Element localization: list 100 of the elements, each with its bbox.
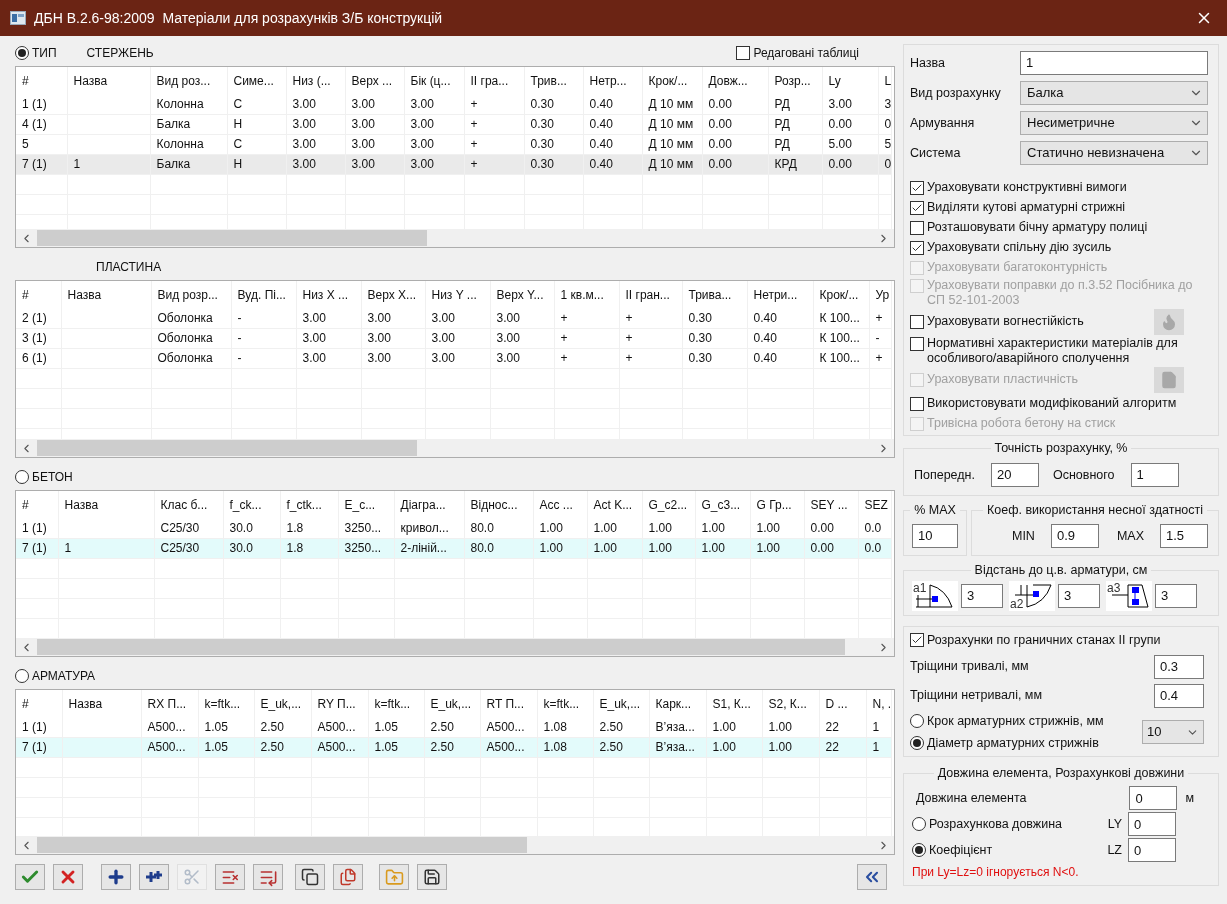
- checkbox[interactable]: [910, 336, 924, 351]
- paste-button[interactable]: [333, 864, 363, 890]
- input-field[interactable]: 3: [1058, 584, 1100, 608]
- input-field[interactable]: 0: [1128, 838, 1176, 863]
- table-row[interactable]: 6 (1) Оболонка - 3.00 3.00 3.00 3.00 + + 0.30 0.40 К 100... +: [16, 348, 891, 368]
- table-cell: 7 (1): [22, 740, 47, 754]
- input-field[interactable]: 1: [1130, 463, 1179, 487]
- section-radio-label[interactable]: БЕТОН: [32, 468, 73, 486]
- table-cell: 7 (1): [22, 157, 47, 171]
- scrollbar[interactable]: [16, 229, 894, 247]
- checkbox[interactable]: [910, 200, 924, 215]
- checkbox-label[interactable]: Нормативні характеристики матеріалів для особливого/аварійного сполучення: [927, 335, 1212, 366]
- table-row[interactable]: 1 (1) A500... 1.05 2.50 A500... 1.05 2.50 A500... 1.08 2.50 В’яза... 1.00 1.00 22 1: [16, 717, 891, 737]
- table-cell: 4 (1): [22, 117, 47, 131]
- checkbox-label[interactable]: Ураховувати конструктивні вимоги: [927, 179, 1127, 195]
- scrollbar-thumb[interactable]: [37, 639, 845, 655]
- move-button[interactable]: [253, 864, 283, 890]
- table-cell: A500...: [486, 740, 525, 754]
- radio-label[interactable]: Крок арматурних стрижнів, мм: [927, 711, 1104, 731]
- table-row[interactable]: 5 Колонна С 3.00 3.00 3.00 + 0.30 0.40 Д 10 мм 0.00 РД 5.00 5: [16, 134, 891, 154]
- table-cell: 1.00: [593, 520, 617, 535]
- radio-button[interactable]: [912, 843, 926, 858]
- table-cell: К 100...: [819, 310, 860, 325]
- radio-button[interactable]: [910, 714, 924, 729]
- input-field[interactable]: 1.5: [1160, 524, 1208, 548]
- scrollbar[interactable]: [16, 638, 894, 656]
- section-radio-label[interactable]: ТИП: [32, 44, 57, 62]
- save-button[interactable]: [417, 864, 447, 890]
- radio-button[interactable]: [15, 470, 29, 484]
- input-field[interactable]: 0: [1129, 786, 1178, 811]
- cancel-button[interactable]: [53, 864, 83, 890]
- table-cell: 3: [884, 96, 890, 111]
- table-cell: 3.00: [828, 96, 852, 111]
- scrollbar-thumb[interactable]: [37, 230, 427, 246]
- table-cell: 80.0: [470, 541, 494, 555]
- radio-label[interactable]: Діаметр арматурних стрижнів: [927, 733, 1099, 753]
- checkbox[interactable]: [910, 180, 924, 195]
- checkbox-label[interactable]: Редаговані таблиці: [753, 44, 859, 62]
- input-field[interactable]: 3: [1155, 584, 1197, 608]
- input-field[interactable]: 0.4: [1154, 683, 1204, 708]
- table-row[interactable]: 1 (1) Колонна С 3.00 3.00 3.00 + 0.30 0.40 Д 10 мм 0.00 РД 3.00 3: [16, 94, 891, 114]
- input-field[interactable]: 10: [912, 524, 958, 548]
- checkbox-label[interactable]: Виділяти кутові арматурні стрижні: [927, 199, 1126, 215]
- checkbox[interactable]: [910, 396, 924, 411]
- copy-button[interactable]: [295, 864, 325, 890]
- table-cell: Д 10 мм: [648, 117, 694, 131]
- checkbox[interactable]: [736, 46, 751, 60]
- checkbox[interactable]: [910, 240, 924, 255]
- scrollbar[interactable]: [16, 439, 894, 457]
- table-row[interactable]: 1 (1) C25/30 30.0 1.8 3250... кривол... 80.0 1.00 1.00 1.00 1.00 1.00 0.00 0.0: [16, 518, 891, 538]
- table-row[interactable]: 7 (1) 1 C25/30 30.0 1.8 3250... 2-лінiй... 80.0 1.00 1.00 1.00 1.00 1.00 0.00 0.0: [16, 538, 891, 558]
- input-field[interactable]: 0.3: [1154, 654, 1204, 679]
- add-multiple-button[interactable]: [139, 864, 169, 890]
- table-cell: 5: [22, 137, 29, 151]
- table-cell: Д 10 мм: [648, 137, 694, 151]
- radio-label[interactable]: Розрахункова довжина: [929, 814, 1063, 834]
- field-label: Попередн.: [914, 466, 975, 484]
- table-row[interactable]: 3 (1) Оболонка - 3.00 3.00 3.00 3.00 + + 0.30 0.40 К 100... -: [16, 328, 891, 348]
- checkbox[interactable]: [910, 633, 924, 648]
- table-cell: 3.00: [302, 310, 326, 325]
- table-cell: Н: [233, 157, 243, 171]
- checkbox-label[interactable]: Використовувати модифікований алгоритм: [927, 395, 1177, 411]
- input-field[interactable]: 0: [1128, 812, 1176, 837]
- table-cell: 0.0: [864, 520, 882, 535]
- table-cell: Оболонка: [157, 310, 213, 325]
- dropdown[interactable]: Балка: [1020, 81, 1208, 105]
- name-field[interactable]: 1: [1020, 51, 1208, 75]
- radio-button[interactable]: [912, 817, 926, 832]
- input-field[interactable]: 0.9: [1050, 524, 1099, 548]
- checkbox-label[interactable]: Ураховувати вогнестійкість: [927, 314, 1084, 329]
- apply-button[interactable]: [15, 864, 45, 890]
- checkbox-label[interactable]: Розташовувати бічну арматуру полиці: [927, 219, 1148, 235]
- field-label: MIN: [1012, 527, 1035, 545]
- checkbox[interactable]: [910, 220, 924, 235]
- radio-button[interactable]: [15, 46, 29, 60]
- table-cell: 1.00: [539, 541, 563, 555]
- table-cell: С: [233, 137, 243, 151]
- table-row[interactable]: 7 (1) 1 Балка Н 3.00 3.00 3.00 + 0.30 0.40 Д 10 мм 0.00 КРД 0.00 0: [16, 154, 891, 174]
- input-field[interactable]: 3: [961, 584, 1003, 608]
- diameter-dropdown[interactable]: 10: [1142, 720, 1204, 744]
- table-row[interactable]: 7 (1) A500... 1.05 2.50 A500... 1.05 2.50 A500... 1.08 2.50 В’яза... 1.00 1.00 22 1: [16, 737, 891, 757]
- table-cell: 0.40: [589, 157, 613, 171]
- table-row[interactable]: 2 (1) Оболонка - 3.00 3.00 3.00 3.00 + + 0.30 0.40 К 100... +: [16, 308, 891, 328]
- collapse-button[interactable]: [857, 864, 887, 890]
- checkbox-label[interactable]: Ураховувати спільну дію зусиль: [927, 239, 1112, 255]
- radio-button[interactable]: [910, 735, 924, 750]
- add-button[interactable]: [101, 864, 131, 890]
- checkbox-label[interactable]: Розрахунки по граничних станах II групи: [927, 631, 1161, 650]
- checkbox[interactable]: [910, 315, 924, 329]
- radio-label[interactable]: Коефіцієнт: [929, 840, 993, 860]
- section-radio-label[interactable]: АРМАТУРА: [32, 667, 96, 685]
- input-field[interactable]: 20: [990, 463, 1039, 487]
- radio-button[interactable]: [15, 669, 29, 683]
- table-row[interactable]: 4 (1) Балка Н 3.00 3.00 3.00 + 0.30 0.40 Д 10 мм 0.00 РД 0.00 0: [16, 114, 891, 134]
- scrollbar-thumb[interactable]: [37, 440, 417, 456]
- dropdown[interactable]: Статично невизначена: [1020, 141, 1208, 165]
- dropdown[interactable]: Несиметричне: [1020, 111, 1208, 135]
- scrollbar-thumb[interactable]: [37, 837, 527, 853]
- delete-button[interactable]: [215, 864, 245, 890]
- scrollbar[interactable]: [16, 836, 894, 854]
